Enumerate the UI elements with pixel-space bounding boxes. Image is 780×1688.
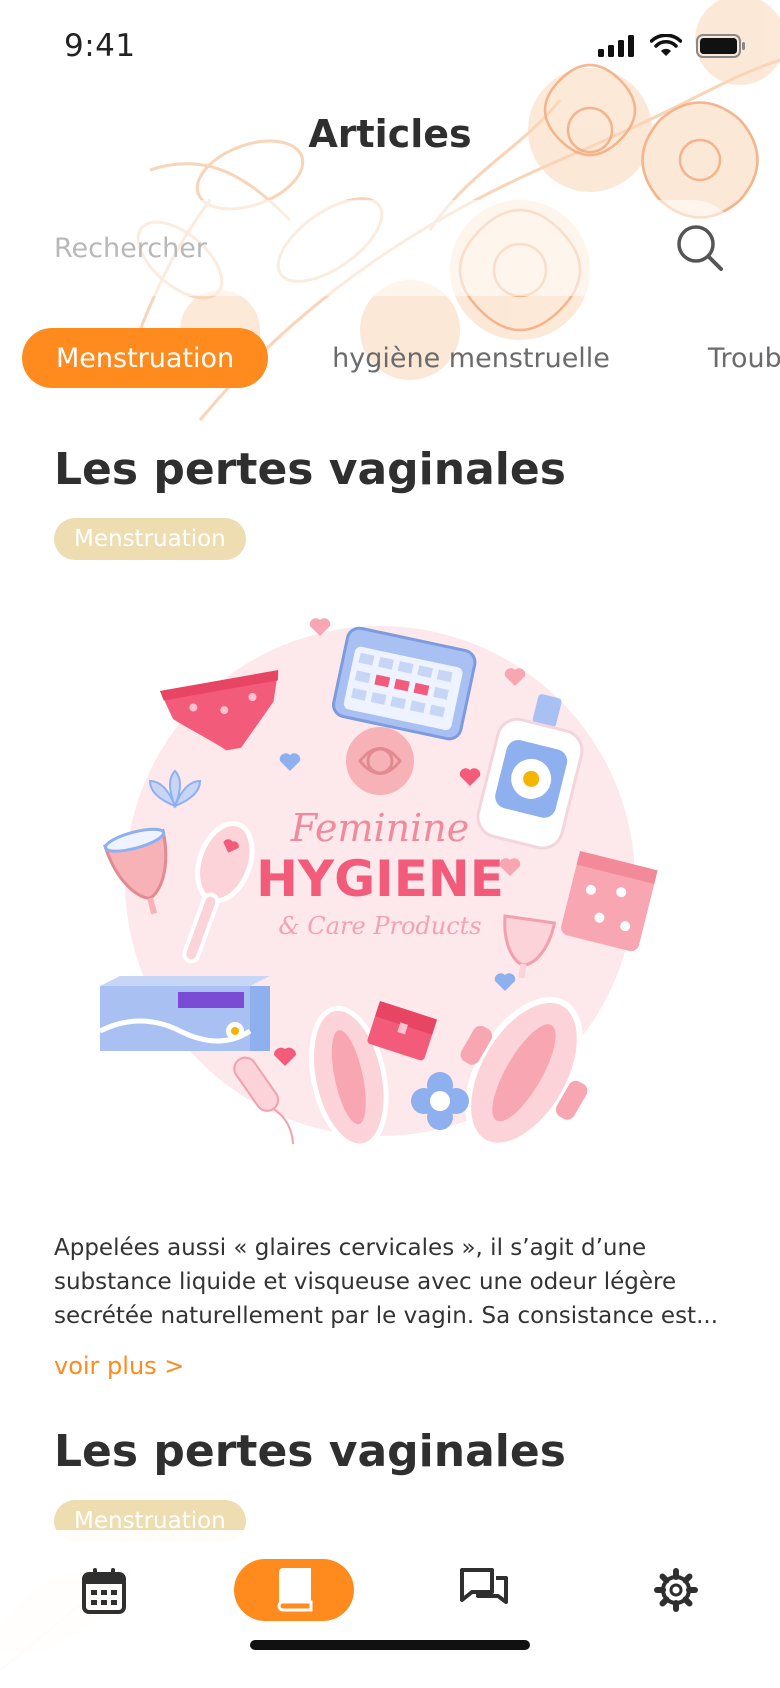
article-title[interactable]: Les pertes vaginales xyxy=(54,1427,744,1476)
nav-articles[interactable] xyxy=(234,1559,354,1621)
article-card[interactable]: Les pertes vaginales Menstruation xyxy=(54,1427,744,1543)
book-icon[interactable] xyxy=(275,1568,313,1612)
image-tagline: & Care Products xyxy=(278,912,481,940)
tab-troubles[interactable]: Troub xyxy=(674,328,780,388)
article-title[interactable]: Les pertes vaginales xyxy=(54,445,744,494)
article-excerpt: Appelées aussi « glaires cervicales », i… xyxy=(54,1235,719,1329)
chat-icon[interactable] xyxy=(458,1566,510,1614)
home-indicator xyxy=(250,1640,530,1650)
calendar-icon[interactable] xyxy=(82,1566,126,1614)
nav-forum[interactable] xyxy=(454,1560,514,1620)
tab-hygiene-menstruelle[interactable]: hygiène menstruelle xyxy=(298,328,644,388)
category-tabs-viewport: Menstruation hygiène menstruelle Troub xyxy=(0,0,780,420)
read-more-link[interactable]: voir plus > xyxy=(54,1352,184,1380)
category-tabs: Menstruation hygiène menstruelle Troub xyxy=(22,328,780,388)
category-badge: Menstruation xyxy=(54,518,246,561)
nav-calendar[interactable] xyxy=(74,1560,134,1620)
pad-box-illustration xyxy=(98,976,270,1051)
bottom-navigation xyxy=(0,1530,780,1688)
image-title: Feminine xyxy=(290,806,470,850)
image-subtitle: HYGIENE xyxy=(256,850,504,908)
nav-settings[interactable] xyxy=(646,1560,706,1620)
rose-illustration xyxy=(346,727,414,795)
article-illustration: Feminine HYGIENE & Care Products xyxy=(98,618,658,1149)
gear-icon[interactable] xyxy=(654,1568,698,1612)
tab-menstruation[interactable]: Menstruation xyxy=(22,328,269,388)
article-card[interactable]: Les pertes vaginales Menstruation xyxy=(54,445,744,1380)
